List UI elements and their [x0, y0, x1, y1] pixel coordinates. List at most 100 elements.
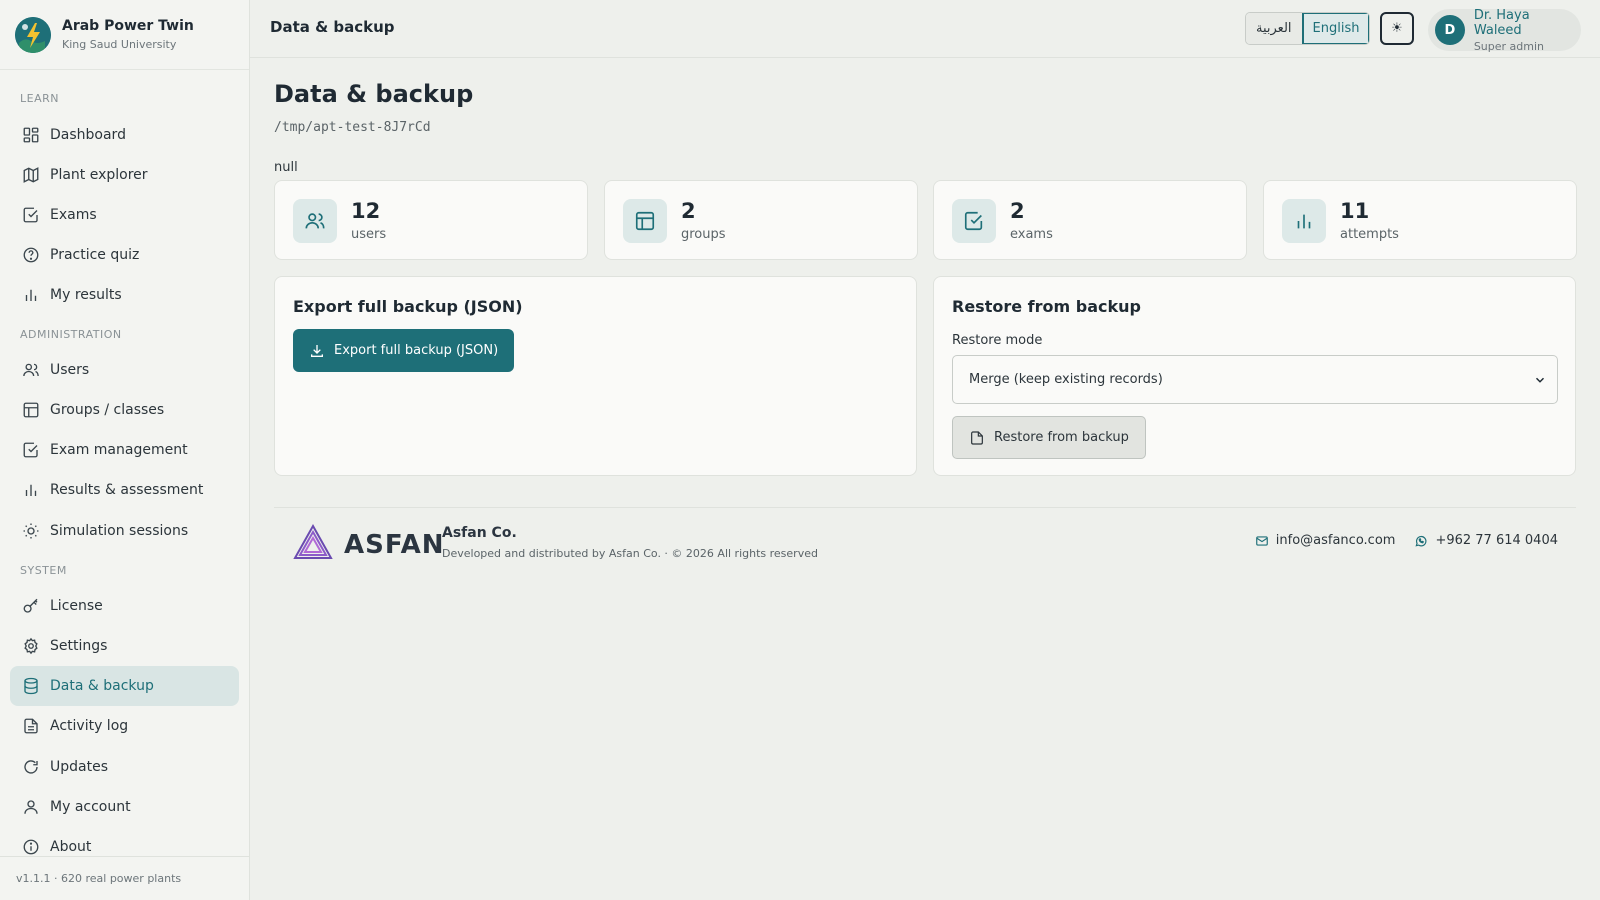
stat-card-users: 12 users: [274, 180, 588, 260]
asfan-wordmark: ASFAN: [344, 530, 445, 560]
page-title: Data & backup: [274, 80, 474, 108]
theme-toggle-button[interactable]: ☀: [1380, 12, 1414, 45]
email-link[interactable]: info@asfanco.com: [1255, 533, 1396, 548]
stat-value: 12: [351, 199, 381, 223]
sidebar-item-label: Users: [50, 362, 90, 378]
restore-mode-label: Restore mode: [952, 333, 1043, 348]
bar-chart-icon: [22, 286, 40, 304]
sidebar-item-label: Practice quiz: [50, 247, 140, 263]
restore-title: Restore from backup: [952, 297, 1141, 316]
sidebar: Arab Power Twin King Saud University LEA…: [0, 0, 250, 900]
sidebar-item-license[interactable]: License: [10, 586, 239, 626]
status-text: null: [274, 160, 298, 175]
bar-chart-icon: [22, 481, 40, 499]
sidebar-item-label: My results: [50, 287, 122, 303]
sidebar-item-groups[interactable]: Groups / classes: [10, 390, 239, 430]
user-role: Super admin: [1473, 39, 1545, 53]
restore-panel: Restore from backup Restore mode Merge (…: [933, 276, 1576, 476]
export-backup-button[interactable]: Export full backup (JSON): [293, 329, 515, 372]
nav-section-administration: ADMINISTRATION: [20, 328, 122, 341]
sidebar-item-label: Exams: [50, 207, 97, 223]
users-icon: [293, 199, 337, 243]
restore-mode-value: Merge (keep existing records): [969, 372, 1163, 387]
sidebar-item-label: Exam management: [50, 442, 188, 458]
stat-label: users: [351, 227, 387, 242]
bar-chart-icon: [1282, 199, 1326, 243]
nav-section-learn: LEARN: [20, 92, 59, 105]
restore-button-label: Restore from backup: [994, 430, 1129, 445]
sidebar-item-results-assessment[interactable]: Results & assessment: [10, 470, 239, 510]
export-button-label: Export full backup (JSON): [334, 343, 499, 358]
sidebar-item-simulation-sessions[interactable]: Simulation sessions: [10, 511, 239, 551]
export-title: Export full backup (JSON): [293, 297, 523, 316]
language-switcher: العربية English: [1245, 12, 1371, 45]
user-icon: [22, 798, 40, 816]
sidebar-item-label: About: [50, 839, 92, 855]
top-bar: Data & backup العربية English ☀ D Dr. Ha…: [250, 0, 1600, 58]
sidebar-item-updates[interactable]: Updates: [10, 747, 239, 787]
footer-divider: [274, 507, 1576, 508]
footer-rights: Developed and distributed by Asfan Co. ·…: [442, 547, 818, 560]
table-icon: [623, 199, 667, 243]
stat-value: 2: [1010, 199, 1025, 223]
sidebar-item-label: Dashboard: [50, 127, 126, 143]
checkbox-icon: [952, 199, 996, 243]
sidebar-item-plant-explorer[interactable]: Plant explorer: [10, 155, 239, 195]
restore-mode-select[interactable]: Merge (keep existing records): [952, 355, 1558, 404]
phone-text: +962 77 614 0404: [1435, 533, 1558, 548]
export-panel: Export full backup (JSON) Export full ba…: [274, 276, 917, 476]
avatar: D: [1435, 15, 1465, 45]
brand: Arab Power Twin King Saud University: [0, 0, 249, 70]
header-title: Data & backup: [270, 18, 395, 36]
gear-icon: [22, 637, 40, 655]
stat-value: 2: [681, 199, 696, 223]
restore-backup-button[interactable]: Restore from backup: [952, 416, 1146, 459]
sidebar-item-dashboard[interactable]: Dashboard: [10, 115, 239, 155]
sidebar-item-label: Simulation sessions: [50, 523, 189, 539]
app-version: v1.1.1 · 620 real power plants: [0, 856, 249, 900]
footer-contact: info@asfanco.com +962 77 614 0404: [1236, 533, 1558, 548]
email-text: info@asfanco.com: [1275, 533, 1396, 548]
lang-english-button[interactable]: English: [1301, 13, 1370, 44]
map-icon: [22, 166, 40, 184]
dashboard-icon: [22, 126, 40, 144]
refresh-icon: [22, 758, 40, 776]
user-name: Dr. Haya Waleed: [1473, 7, 1530, 38]
whatsapp-icon: [1414, 534, 1428, 548]
file-icon: [969, 430, 985, 446]
sidebar-item-label: Activity log: [50, 718, 129, 734]
app-logo-icon: [15, 16, 51, 53]
app-org: King Saud University: [62, 38, 177, 51]
app-title: Arab Power Twin: [62, 18, 194, 34]
footer-company: Asfan Co.: [442, 525, 517, 541]
sun-icon: ☀: [1391, 21, 1403, 36]
database-icon: [22, 677, 40, 695]
sidebar-item-settings[interactable]: Settings: [10, 626, 239, 666]
sidebar-item-label: Plant explorer: [50, 167, 148, 183]
sidebar-item-exam-management[interactable]: Exam management: [10, 430, 239, 470]
stat-label: attempts: [1340, 227, 1399, 242]
sidebar-item-practice-quiz[interactable]: Practice quiz: [10, 235, 239, 275]
data-path: /tmp/apt-test-8J7rCd: [274, 120, 431, 135]
key-icon: [22, 597, 40, 615]
stat-label: groups: [681, 227, 726, 242]
lang-arabic-button[interactable]: العربية: [1246, 13, 1302, 44]
sidebar-item-my-account[interactable]: My account: [10, 787, 239, 827]
sidebar-item-label: Groups / classes: [50, 402, 165, 418]
sidebar-item-label: My account: [50, 799, 131, 815]
sidebar-item-my-results[interactable]: My results: [10, 275, 239, 315]
file-text-icon: [22, 717, 40, 735]
sidebar-item-users[interactable]: Users: [10, 350, 239, 390]
phone-link[interactable]: +962 77 614 0404: [1414, 533, 1558, 548]
nav-section-system: SYSTEM: [20, 564, 67, 577]
checkbox-icon: [22, 441, 40, 459]
user-menu[interactable]: D Dr. Haya Waleed Super admin: [1428, 7, 1581, 53]
mail-icon: [1255, 534, 1269, 548]
sidebar-item-data-backup[interactable]: Data & backup: [10, 666, 239, 706]
asfan-logo: ASFAN: [292, 523, 445, 567]
sidebar-item-label: Settings: [50, 638, 108, 654]
stat-card-attempts: 11 attempts: [1263, 180, 1577, 260]
sidebar-item-exams[interactable]: Exams: [10, 195, 239, 235]
sidebar-item-label: Updates: [50, 759, 108, 775]
sidebar-item-activity-log[interactable]: Activity log: [10, 706, 239, 746]
